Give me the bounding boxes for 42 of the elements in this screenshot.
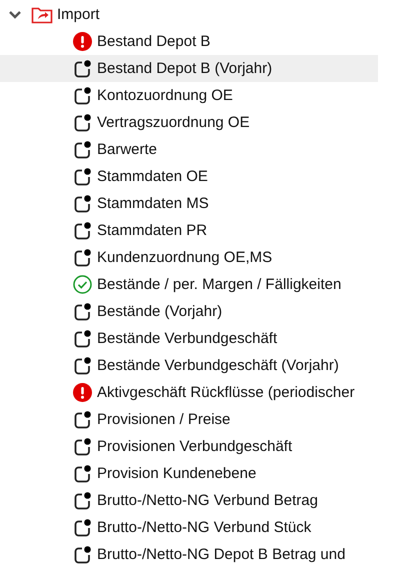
tree-item[interactable]: Stammdaten MS: [0, 190, 378, 217]
pending-icon: [73, 518, 92, 537]
tree-item[interactable]: Brutto-/Netto-NG Depot B Betrag und: [0, 541, 378, 568]
pending-icon: [73, 113, 92, 132]
pending-icon: [73, 491, 92, 510]
error-icon: [73, 383, 92, 402]
tree-item[interactable]: Stammdaten OE: [0, 163, 378, 190]
pending-icon: [73, 248, 92, 267]
tree-item[interactable]: Provision Kundenebene: [0, 460, 378, 487]
pending-icon: [73, 437, 92, 456]
tree-item[interactable]: Vertragszuordnung OE: [0, 109, 378, 136]
tree-item[interactable]: Bestände / per. Margen / Fälligkeiten: [0, 271, 378, 298]
pending-icon: [73, 464, 92, 483]
tree-item[interactable]: Bestand Depot B: [0, 28, 378, 55]
tree-item[interactable]: Bestand Depot B (Vorjahr): [0, 55, 378, 82]
error-icon: [73, 32, 92, 51]
tree-item[interactable]: Barwerte: [0, 136, 378, 163]
pending-icon: [73, 221, 92, 240]
pending-icon: [73, 194, 92, 213]
folder-icon: [31, 6, 53, 24]
tree-item[interactable]: Brutto-/Netto-NG Verbund Stück: [0, 514, 378, 541]
pending-icon: [73, 59, 92, 78]
tree-item[interactable]: Bestände Verbundgeschäft (Vorjahr): [0, 352, 378, 379]
pending-icon: [73, 140, 92, 159]
tree-item[interactable]: Kundenzuordnung OE,MS: [0, 244, 378, 271]
pending-icon: [73, 329, 92, 348]
tree-item[interactable]: Brutto-/Netto-NG Verbund Betrag: [0, 487, 378, 514]
tree-item[interactable]: Provisionen Verbundgeschäft: [0, 433, 378, 460]
pending-icon: [73, 86, 92, 105]
pending-icon: [73, 410, 92, 429]
tree-item[interactable]: Aktivgeschäft Rückflüsse (periodischer: [0, 379, 378, 406]
pending-icon: [73, 356, 92, 375]
folder-label[interactable]: Import: [57, 6, 100, 23]
pending-icon: [73, 302, 92, 321]
tree-item[interactable]: Kontozuordnung OE: [0, 82, 378, 109]
tree-item[interactable]: Bestände (Vorjahr): [0, 298, 378, 325]
pending-icon: [73, 167, 92, 186]
tree-item[interactable]: Provisionen / Preise: [0, 406, 378, 433]
pending-icon: [73, 545, 92, 564]
check-icon: [73, 275, 92, 294]
tree-item[interactable]: Stammdaten PR: [0, 217, 378, 244]
tree-item[interactable]: Bestände Verbundgeschäft: [0, 325, 378, 352]
